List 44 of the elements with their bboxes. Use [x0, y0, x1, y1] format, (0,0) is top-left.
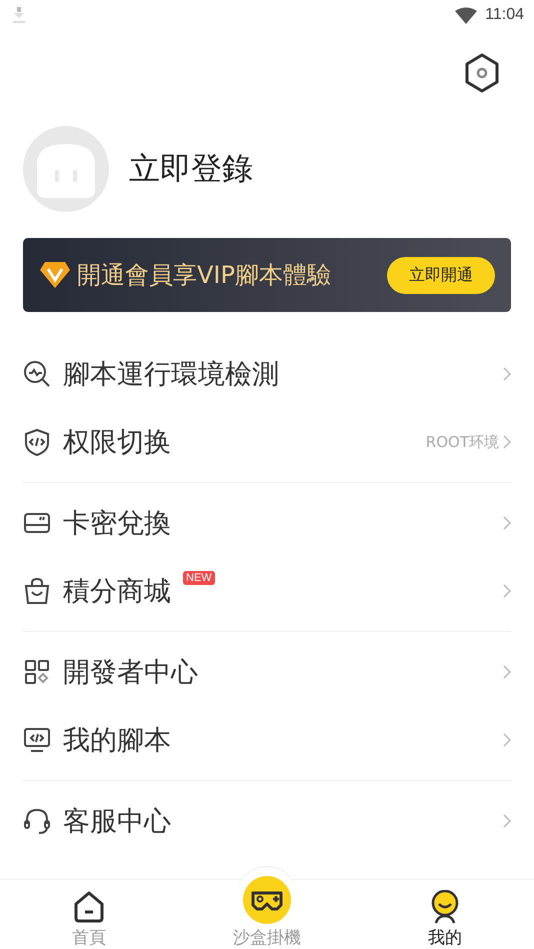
chevron-icon [503, 367, 511, 381]
menu-value: ROOT环境 [426, 432, 499, 452]
menu-item[interactable]: 卡密兌換 [23, 489, 511, 557]
menu-label: 積分商城 [63, 575, 171, 609]
bag-icon [23, 577, 51, 605]
chevron-icon [503, 516, 511, 530]
menu-item[interactable]: 客服中心 [23, 787, 511, 855]
vip-text: 開通會員享VIP腳本體驗 [77, 260, 332, 291]
grid-icon [23, 658, 51, 686]
chevron-icon [503, 584, 511, 598]
tab-label: 沙盒掛機 [233, 927, 301, 949]
download-icon [12, 6, 26, 24]
chevron-icon [503, 435, 511, 449]
wifi-icon [455, 6, 478, 24]
home-icon [72, 890, 106, 924]
shield-icon [23, 428, 51, 456]
open-vip-button[interactable]: 立即開通 [387, 256, 495, 294]
menu-item[interactable]: 权限切换 ROOT环境 [23, 408, 511, 476]
menu-item[interactable]: 積分商城 NEW [23, 557, 511, 625]
new-badge: NEW [183, 571, 215, 585]
tab-label: 首頁 [72, 927, 106, 949]
menu-label: 開發者中心 [63, 656, 198, 690]
menu-item[interactable]: 開發者中心 [23, 638, 511, 706]
menu-label: 客服中心 [63, 805, 171, 839]
menu-label: 权限切换 [63, 426, 171, 460]
chevron-icon [503, 814, 511, 828]
menu-item[interactable]: 我的腳本 [23, 706, 511, 774]
monitor-icon [23, 726, 51, 754]
gamepad-icon [243, 876, 291, 924]
vip-banner[interactable]: 開通會員享VIP腳本體驗 立即開通 [23, 238, 511, 312]
login-link[interactable]: 立即登錄 [129, 148, 253, 190]
diamond-icon [39, 261, 71, 289]
nav-tab[interactable]: 我的 [356, 880, 534, 949]
menu-label: 腳本運行環境檢測 [63, 358, 279, 392]
smiley-user-icon [430, 890, 460, 924]
chevron-icon [503, 733, 511, 747]
menu-item[interactable]: 腳本運行環境檢測 [23, 340, 511, 408]
chevron-icon [503, 665, 511, 679]
headset-icon [23, 807, 51, 835]
clock-time: 11:04 [485, 6, 524, 24]
menu-label: 卡密兌換 [63, 507, 171, 541]
tab-label: 我的 [428, 927, 462, 949]
magnifier-icon [23, 360, 51, 388]
menu-label: 我的腳本 [63, 724, 171, 758]
